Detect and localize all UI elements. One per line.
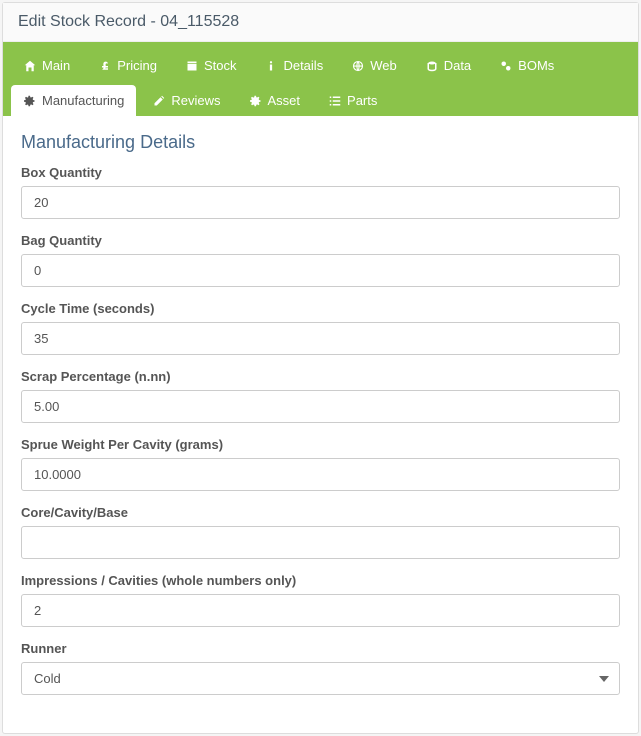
input-scrap-percentage[interactable] [21, 390, 620, 423]
tab-label: Main [42, 58, 70, 73]
database-icon [425, 59, 439, 73]
panel-body: Main Pricing Stock Details [3, 42, 638, 733]
tab-details[interactable]: Details [252, 50, 335, 81]
input-cycle-time[interactable] [21, 322, 620, 355]
tab-label: Parts [347, 93, 377, 108]
tab-main[interactable]: Main [11, 50, 82, 81]
tab-reviews[interactable]: Reviews [140, 85, 232, 116]
form-area: Manufacturing Details Box Quantity Bag Q… [3, 116, 638, 733]
input-impressions[interactable] [21, 594, 620, 627]
tab-label: Stock [204, 58, 237, 73]
gear-icon [23, 94, 37, 108]
tab-label: Details [283, 58, 323, 73]
select-runner[interactable]: Cold [21, 662, 620, 695]
tab-stock[interactable]: Stock [173, 50, 249, 81]
tab-data[interactable]: Data [413, 50, 483, 81]
globe-icon [351, 59, 365, 73]
tab-boms[interactable]: BOMs [487, 50, 566, 81]
input-bag-quantity[interactable] [21, 254, 620, 287]
home-icon [23, 59, 37, 73]
input-box-quantity[interactable] [21, 186, 620, 219]
tab-pricing[interactable]: Pricing [86, 50, 169, 81]
page-title: Edit Stock Record - 04_115528 [3, 3, 638, 42]
field-impressions: Impressions / Cavities (whole numbers on… [21, 573, 620, 627]
tab-label: Web [370, 58, 397, 73]
section-title: Manufacturing Details [21, 132, 620, 153]
edit-icon [152, 94, 166, 108]
tab-asset[interactable]: Asset [237, 85, 313, 116]
tab-label: Asset [268, 93, 301, 108]
tab-parts[interactable]: Parts [316, 85, 389, 116]
label-core-cavity-base: Core/Cavity/Base [21, 505, 620, 520]
list-icon [328, 94, 342, 108]
tab-label: BOMs [518, 58, 554, 73]
tab-label: Data [444, 58, 471, 73]
field-box-quantity: Box Quantity [21, 165, 620, 219]
tab-manufacturing[interactable]: Manufacturing [11, 85, 136, 116]
edit-stock-panel: Edit Stock Record - 04_115528 Main Prici… [2, 2, 639, 734]
label-impressions: Impressions / Cavities (whole numbers on… [21, 573, 620, 588]
boms-icon [499, 59, 513, 73]
field-bag-quantity: Bag Quantity [21, 233, 620, 287]
field-sprue-weight: Sprue Weight Per Cavity (grams) [21, 437, 620, 491]
field-scrap-percentage: Scrap Percentage (n.nn) [21, 369, 620, 423]
input-core-cavity-base[interactable] [21, 526, 620, 559]
pound-icon [98, 59, 112, 73]
label-cycle-time: Cycle Time (seconds) [21, 301, 620, 316]
field-core-cavity-base: Core/Cavity/Base [21, 505, 620, 559]
tab-label: Manufacturing [42, 93, 124, 108]
info-icon [264, 59, 278, 73]
input-sprue-weight[interactable] [21, 458, 620, 491]
gear-icon [249, 94, 263, 108]
tab-label: Reviews [171, 93, 220, 108]
label-sprue-weight: Sprue Weight Per Cavity (grams) [21, 437, 620, 452]
label-box-quantity: Box Quantity [21, 165, 620, 180]
box-icon [185, 59, 199, 73]
label-bag-quantity: Bag Quantity [21, 233, 620, 248]
tab-label: Pricing [117, 58, 157, 73]
label-runner: Runner [21, 641, 620, 656]
tab-web[interactable]: Web [339, 50, 409, 81]
field-cycle-time: Cycle Time (seconds) [21, 301, 620, 355]
field-runner: Runner Cold [21, 641, 620, 695]
tabs-bar: Main Pricing Stock Details [3, 42, 638, 116]
label-scrap-percentage: Scrap Percentage (n.nn) [21, 369, 620, 384]
